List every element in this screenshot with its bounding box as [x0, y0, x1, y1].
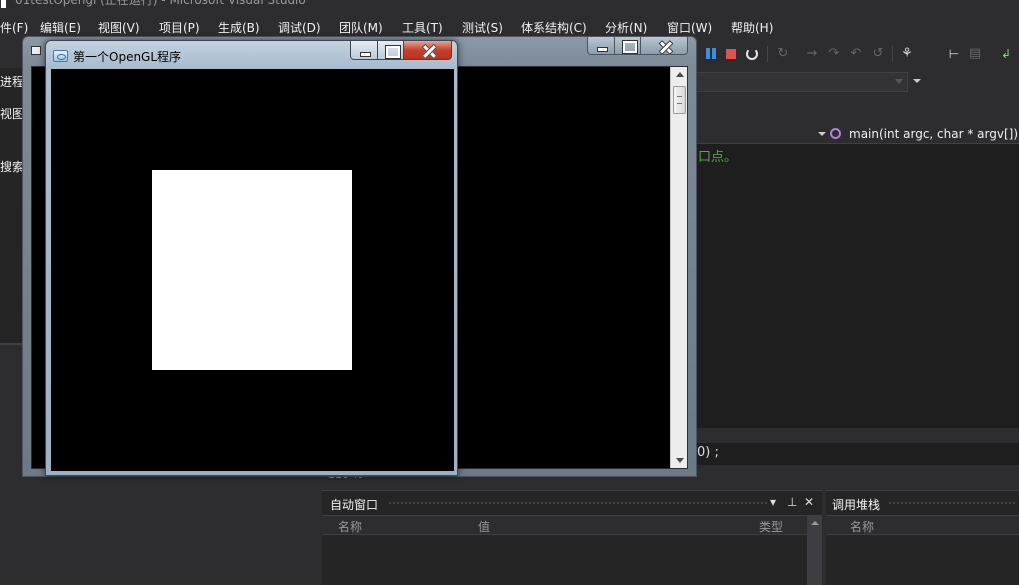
minimize-button[interactable] [350, 41, 378, 60]
show-next-statement-icon[interactable]: ↻ [775, 46, 791, 62]
function-selector[interactable]: main(int argc, char * argv[]) [849, 126, 1018, 142]
code-comment: 口点。 [698, 150, 738, 165]
thread-combo[interactable] [690, 72, 908, 92]
vertical-scrollbar[interactable] [670, 67, 687, 468]
autos-header-row: 名称 值 类型 [322, 515, 807, 535]
menu-architecture[interactable]: 体系结构(C) [521, 19, 587, 37]
menu-test[interactable]: 测试(S) [462, 19, 503, 37]
autos-window: 自动窗口 ▾ ⊥ ✕ 名称 值 类型 [322, 490, 822, 585]
toolbar-separator [892, 46, 893, 62]
chevron-down-icon[interactable]: ▾ [770, 495, 776, 509]
menu-view[interactable]: 视图(V) [98, 19, 140, 37]
pin-icon[interactable]: ⊥ [787, 495, 797, 509]
window-title: 第一个OpenGL程序 [73, 50, 182, 64]
close-icon[interactable]: ✕ [804, 495, 814, 509]
close-button[interactable] [403, 41, 452, 60]
menu-debug[interactable]: 调试(D) [278, 19, 321, 37]
close-button[interactable] [640, 37, 688, 55]
editor-splitter [695, 428, 1019, 442]
break-all-icon[interactable] [703, 46, 719, 62]
menu-help[interactable]: 帮助(H) [731, 19, 773, 37]
hex-display-icon[interactable]: ⚘ [899, 46, 915, 62]
scroll-down-icon[interactable] [676, 458, 684, 463]
column-header-value[interactable]: 值 [478, 518, 490, 535]
vs-window-title: 01testOpengl (正在运行) - Microsoft Visual S… [15, 0, 306, 7]
chevron-down-icon[interactable] [818, 132, 826, 136]
menu-build[interactable]: 生成(B) [218, 19, 260, 37]
stop-debugging-icon[interactable] [723, 46, 739, 62]
column-header-name[interactable]: 名称 [338, 518, 362, 535]
drag-grip[interactable] [888, 501, 1016, 506]
call-stack-window: 调用堆栈 名称 [826, 490, 1019, 585]
opengl-canvas[interactable] [51, 69, 454, 471]
function-icon [830, 128, 841, 139]
menu-window[interactable]: 窗口(W) [667, 19, 712, 37]
white-square [152, 170, 352, 370]
drag-grip[interactable] [388, 501, 768, 506]
column-header-name[interactable]: 名称 [850, 518, 874, 535]
chevron-down-icon [895, 79, 903, 84]
code-text: 0) ; [697, 445, 719, 460]
menu-team[interactable]: 团队(M) [339, 19, 383, 37]
restart-icon[interactable] [744, 46, 760, 62]
maximize-button[interactable] [377, 41, 404, 60]
toolbar-separator [767, 46, 768, 62]
vs-logo-icon [1, 0, 6, 8]
left-lower-panel [0, 345, 23, 585]
menu-tools[interactable]: 工具(T) [402, 19, 443, 37]
vertical-scrollbar[interactable] [807, 515, 822, 585]
call-stack-title: 调用堆栈 [832, 498, 881, 512]
scroll-thumb[interactable] [673, 86, 686, 114]
maximize-button[interactable] [614, 37, 641, 55]
menu-edit[interactable]: 编辑(E) [40, 19, 81, 37]
code-line[interactable]: 0) ; [695, 443, 1019, 465]
comment-icon[interactable]: ▤ [967, 46, 983, 62]
search-label[interactable]: 搜索 [0, 158, 24, 175]
chevron-down-icon[interactable] [913, 79, 921, 83]
menu-file[interactable]: 件(F) [0, 19, 28, 37]
column-header-type[interactable]: 类型 [759, 518, 783, 535]
threads-icon[interactable]: ⊢ [946, 46, 962, 62]
menu-project[interactable]: 项目(P) [159, 19, 200, 37]
left-panel: 进程: 视图 搜索 [0, 68, 28, 343]
minimize-button[interactable] [587, 37, 615, 55]
autos-title: 自动窗口 [330, 498, 379, 512]
menu-analyze[interactable]: 分析(N) [605, 19, 647, 37]
editor-navigation-bar: main(int argc, char * argv[]) [695, 125, 1019, 144]
step-back-icon[interactable]: ↺ [870, 46, 886, 62]
code-editor[interactable] [695, 128, 1019, 428]
opengl-window[interactable]: 第一个OpenGL程序 [45, 40, 458, 476]
console-app-icon [31, 46, 41, 55]
vs-title-bar: 01testOpengl (正在运行) - Microsoft Visual S… [0, 0, 1019, 8]
bookmark-icon[interactable]: ↲ [998, 46, 1014, 62]
step-into-icon[interactable]: → [804, 46, 820, 62]
step-over-icon[interactable]: ↷ [826, 46, 842, 62]
app-icon [53, 50, 68, 62]
view-label[interactable]: 视图 [0, 105, 24, 122]
scroll-up-icon[interactable] [676, 72, 684, 77]
window-controls [350, 41, 454, 61]
step-out-icon[interactable]: ↶ [848, 46, 864, 62]
call-stack-header-row: 名称 [826, 515, 1019, 535]
console-window-controls [587, 37, 695, 55]
